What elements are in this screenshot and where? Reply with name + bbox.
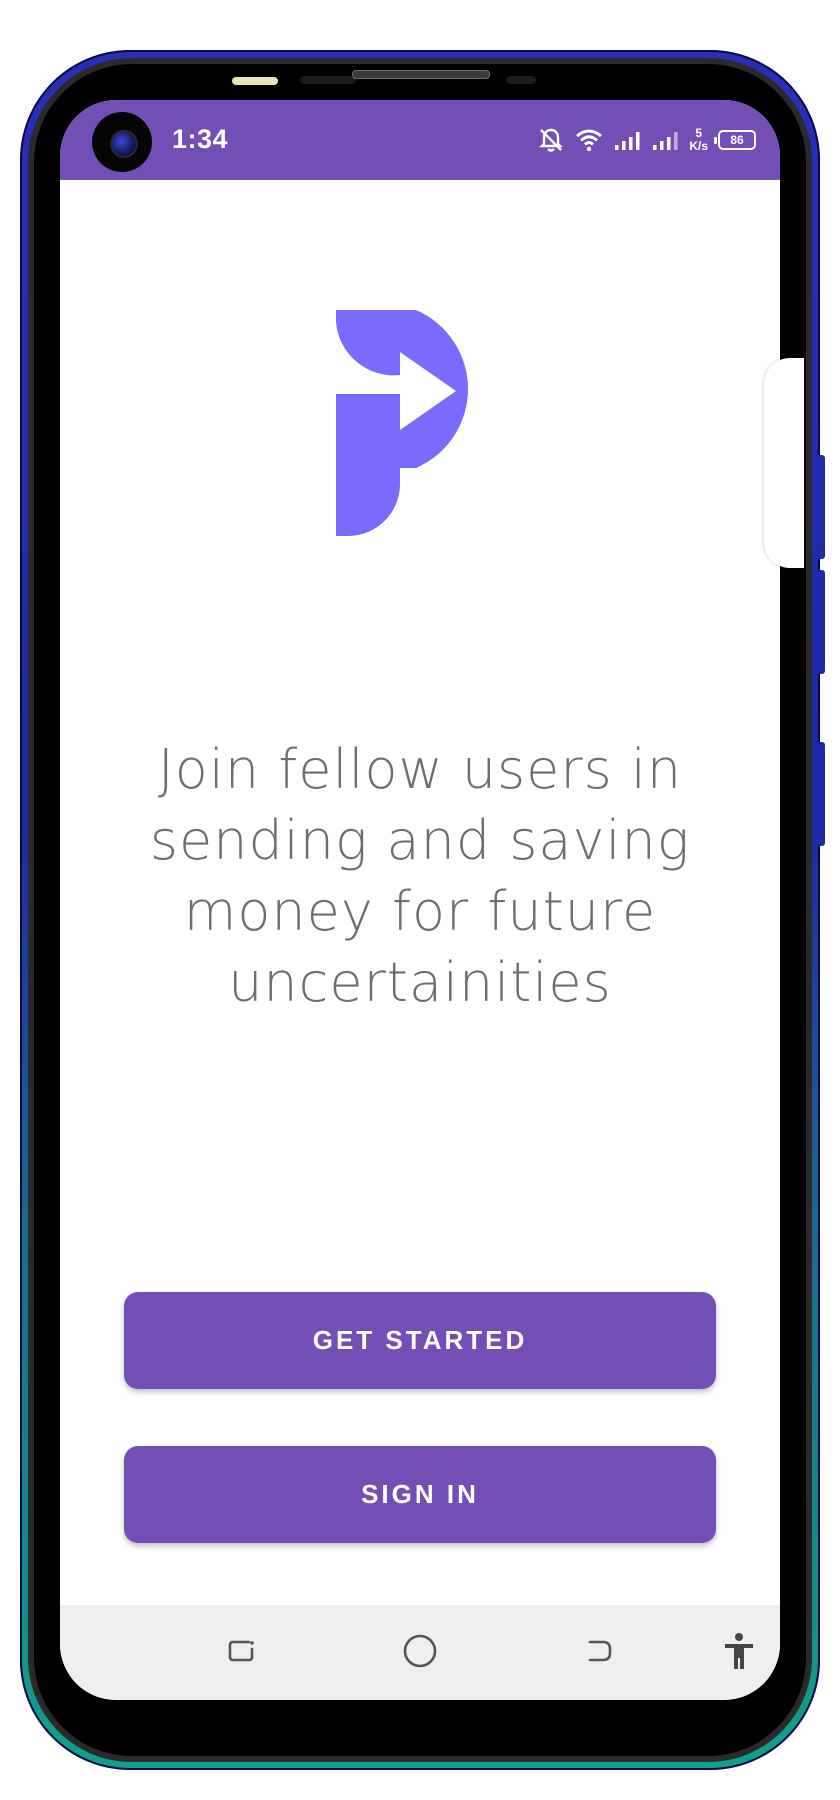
proximity-sensor <box>232 77 278 85</box>
home-icon <box>403 1634 437 1668</box>
camera-lens <box>110 130 138 158</box>
sign-in-button[interactable]: SIGN IN <box>124 1446 716 1543</box>
battery-icon: 86 <box>714 130 756 150</box>
tagline-line: money for future <box>183 880 657 943</box>
camera-icon <box>92 112 152 172</box>
back-button[interactable] <box>571 1623 627 1679</box>
wifi-icon <box>576 129 603 152</box>
front-sensor-right <box>506 76 536 84</box>
home-button[interactable] <box>392 1623 448 1679</box>
power-button <box>817 742 825 846</box>
accessibility-icon <box>725 1633 753 1669</box>
tagline-line: Join fellow users in <box>157 738 683 801</box>
tagline-line: uncertainities <box>228 951 612 1014</box>
app-screen: 1:34 5 K/s 86 Join fellow users in sendi… <box>60 100 780 1700</box>
back-icon <box>588 1640 612 1662</box>
tagline: Join fellow users in sending and saving … <box>120 734 720 1018</box>
accessibility-button[interactable] <box>711 1623 767 1679</box>
status-bar: 1:34 5 K/s 86 <box>60 100 780 180</box>
status-time: 1:34 <box>172 124 229 154</box>
get-started-button[interactable]: GET STARTED <box>124 1292 716 1389</box>
signal-icon-secondary <box>653 132 678 150</box>
tagline-line: sending and saving <box>149 809 691 872</box>
mute-bell-icon <box>539 128 564 152</box>
volume-down-button <box>817 570 825 674</box>
recent-apps-button[interactable] <box>213 1623 269 1679</box>
edge-panel-handle[interactable] <box>764 358 804 568</box>
signal-icon <box>615 132 640 150</box>
device-page: 1:34 5 K/s 86 Join fellow users in sendi… <box>0 0 840 1800</box>
navigation-bar <box>60 1605 780 1700</box>
volume-up-button <box>817 455 825 559</box>
earpiece-speaker <box>352 70 490 79</box>
recent-apps-icon <box>228 1640 254 1662</box>
battery-level: 86 <box>730 133 744 147</box>
network-speed: 5 K/s <box>689 127 708 153</box>
network-speed-unit: K/s <box>689 139 708 153</box>
arrow-p-logo <box>336 310 469 536</box>
status-icons: 5 K/s 86 <box>537 120 756 160</box>
front-sensor <box>300 76 356 84</box>
